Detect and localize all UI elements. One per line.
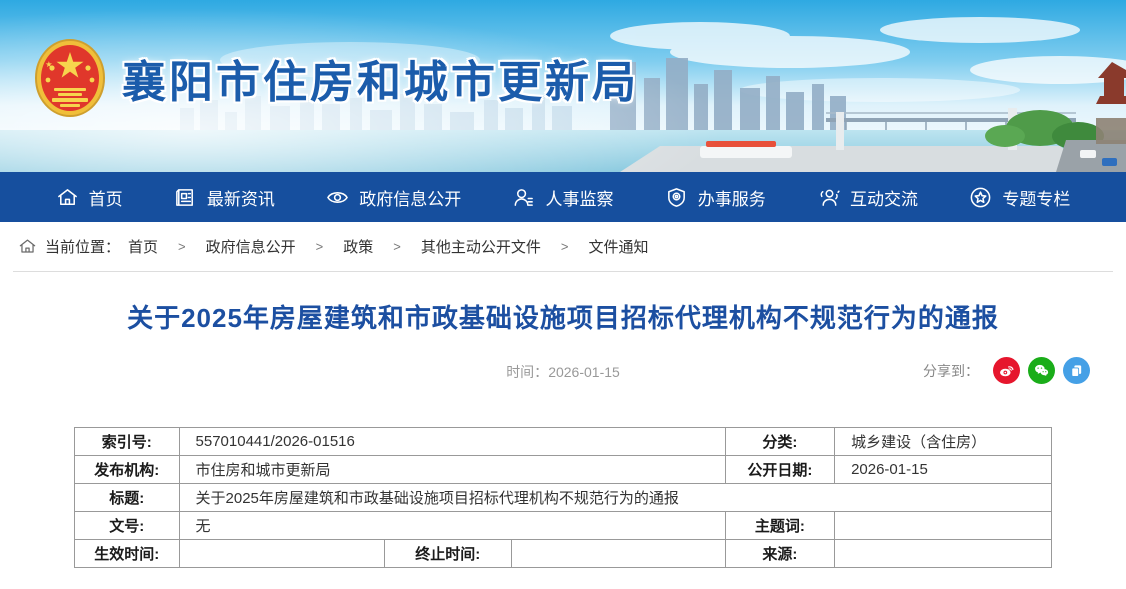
breadcrumb: 当前位置： 首页 > 政府信息公开 > 政策 > 其他主动公开文件 > 文件通知 — [0, 222, 1126, 271]
category-value: 城乡建设（含住房） — [835, 428, 1052, 456]
star-icon — [969, 186, 992, 209]
nav-item-label: 政府信息公开 — [359, 185, 461, 210]
table-row: 发布机构: 市住房和城市更新局 公开日期: 2026-01-15 — [75, 456, 1052, 484]
agency-value: 市住房和城市更新局 — [179, 456, 725, 484]
site-title: 襄阳市住房和城市更新局 — [122, 46, 639, 110]
news-icon — [174, 186, 197, 209]
nav-item-home[interactable]: 首页 — [56, 185, 123, 210]
agency-label: 发布机构: — [75, 456, 180, 484]
home-icon — [18, 237, 37, 256]
site-brand: 襄阳市住房和城市更新局 — [34, 38, 639, 118]
index-label: 索引号: — [75, 428, 180, 456]
nav-item-info-disclosure[interactable]: 政府信息公开 — [326, 185, 461, 210]
breadcrumb-separator: > — [561, 239, 569, 254]
nav-item-interaction[interactable]: 互动交流 — [817, 185, 918, 210]
breadcrumb-link-home[interactable]: 首页 — [128, 236, 158, 257]
shield-icon — [665, 186, 688, 209]
breadcrumb-separator: > — [178, 239, 186, 254]
table-row: 生效时间: 终止时间: 来源: — [75, 540, 1052, 568]
keywords-label: 主题词: — [725, 512, 834, 540]
nav-item-label: 人事监察 — [545, 185, 613, 210]
nav-item-label: 办事服务 — [698, 185, 766, 210]
share-bar: 分享到： — [923, 357, 1090, 384]
divider — [13, 271, 1113, 272]
weibo-share-icon[interactable] — [993, 357, 1020, 384]
table-row: 索引号: 557010441/2026-01516 分类: 城乡建设（含住房） — [75, 428, 1052, 456]
main-nav: 首页 最新资讯 政府信息公开 人事监察 办事服务 互动交流 专题专栏 — [0, 172, 1126, 222]
home-icon — [56, 186, 79, 209]
nav-item-personnel[interactable]: 人事监察 — [512, 185, 613, 210]
category-label: 分类: — [725, 428, 834, 456]
docno-label: 文号: — [75, 512, 180, 540]
person-icon — [512, 186, 535, 209]
keywords-value — [835, 512, 1052, 540]
nav-item-label: 互动交流 — [850, 185, 918, 210]
breadcrumb-separator: > — [393, 239, 401, 254]
nav-item-label: 首页 — [89, 185, 123, 210]
index-value: 557010441/2026-01516 — [179, 428, 725, 456]
pubdate-value: 2026-01-15 — [835, 456, 1052, 484]
title-value: 关于2025年房屋建筑和市政基础设施项目招标代理机构不规范行为的通报 — [179, 484, 1051, 512]
breadcrumb-separator: > — [316, 239, 324, 254]
breadcrumb-link-other-public-docs[interactable]: 其他主动公开文件 — [421, 236, 541, 257]
copy-link-share-icon[interactable] — [1063, 357, 1090, 384]
breadcrumb-location-label: 当前位置： — [45, 236, 120, 257]
nav-item-services[interactable]: 办事服务 — [665, 185, 766, 210]
breadcrumb-bar: 当前位置： 首页 > 政府信息公开 > 政策 > 其他主动公开文件 > 文件通知 — [0, 222, 1126, 272]
time-value: 2026-01-15 — [548, 364, 620, 380]
header-banner: 襄阳市住房和城市更新局 — [0, 0, 1126, 172]
nav-item-special-columns[interactable]: 专题专栏 — [969, 185, 1070, 210]
document-info-table: 索引号: 557010441/2026-01516 分类: 城乡建设（含住房） … — [74, 427, 1052, 568]
title-label: 标题: — [75, 484, 180, 512]
breadcrumb-link-policy[interactable]: 政策 — [343, 236, 373, 257]
source-label: 来源: — [725, 540, 834, 568]
share-label: 分享到： — [923, 361, 979, 381]
nav-item-label: 最新资讯 — [207, 185, 275, 210]
chat-people-icon — [817, 186, 840, 209]
source-value — [835, 540, 1052, 568]
wechat-share-icon[interactable] — [1028, 357, 1055, 384]
expiry-label: 终止时间: — [384, 540, 511, 568]
breadcrumb-link-info-disclosure[interactable]: 政府信息公开 — [206, 236, 296, 257]
eye-icon — [326, 186, 349, 209]
nav-item-news[interactable]: 最新资讯 — [174, 185, 275, 210]
article-title: 关于2025年房屋建筑和市政基础设施项目招标代理机构不规范行为的通报 — [0, 298, 1126, 335]
breadcrumb-link-doc-notice[interactable]: 文件通知 — [588, 236, 648, 257]
nav-item-label: 专题专栏 — [1002, 185, 1070, 210]
national-emblem-icon — [34, 38, 106, 118]
pubdate-label: 公开日期: — [725, 456, 834, 484]
table-row: 标题: 关于2025年房屋建筑和市政基础设施项目招标代理机构不规范行为的通报 — [75, 484, 1052, 512]
time-label: 时间： — [506, 364, 548, 380]
docno-value: 无 — [179, 512, 725, 540]
effective-value — [179, 540, 384, 568]
effective-label: 生效时间: — [75, 540, 180, 568]
table-row: 文号: 无 主题词: — [75, 512, 1052, 540]
expiry-value — [511, 540, 725, 568]
article-meta: 时间：2026-01-15 分享到： — [0, 357, 1126, 385]
